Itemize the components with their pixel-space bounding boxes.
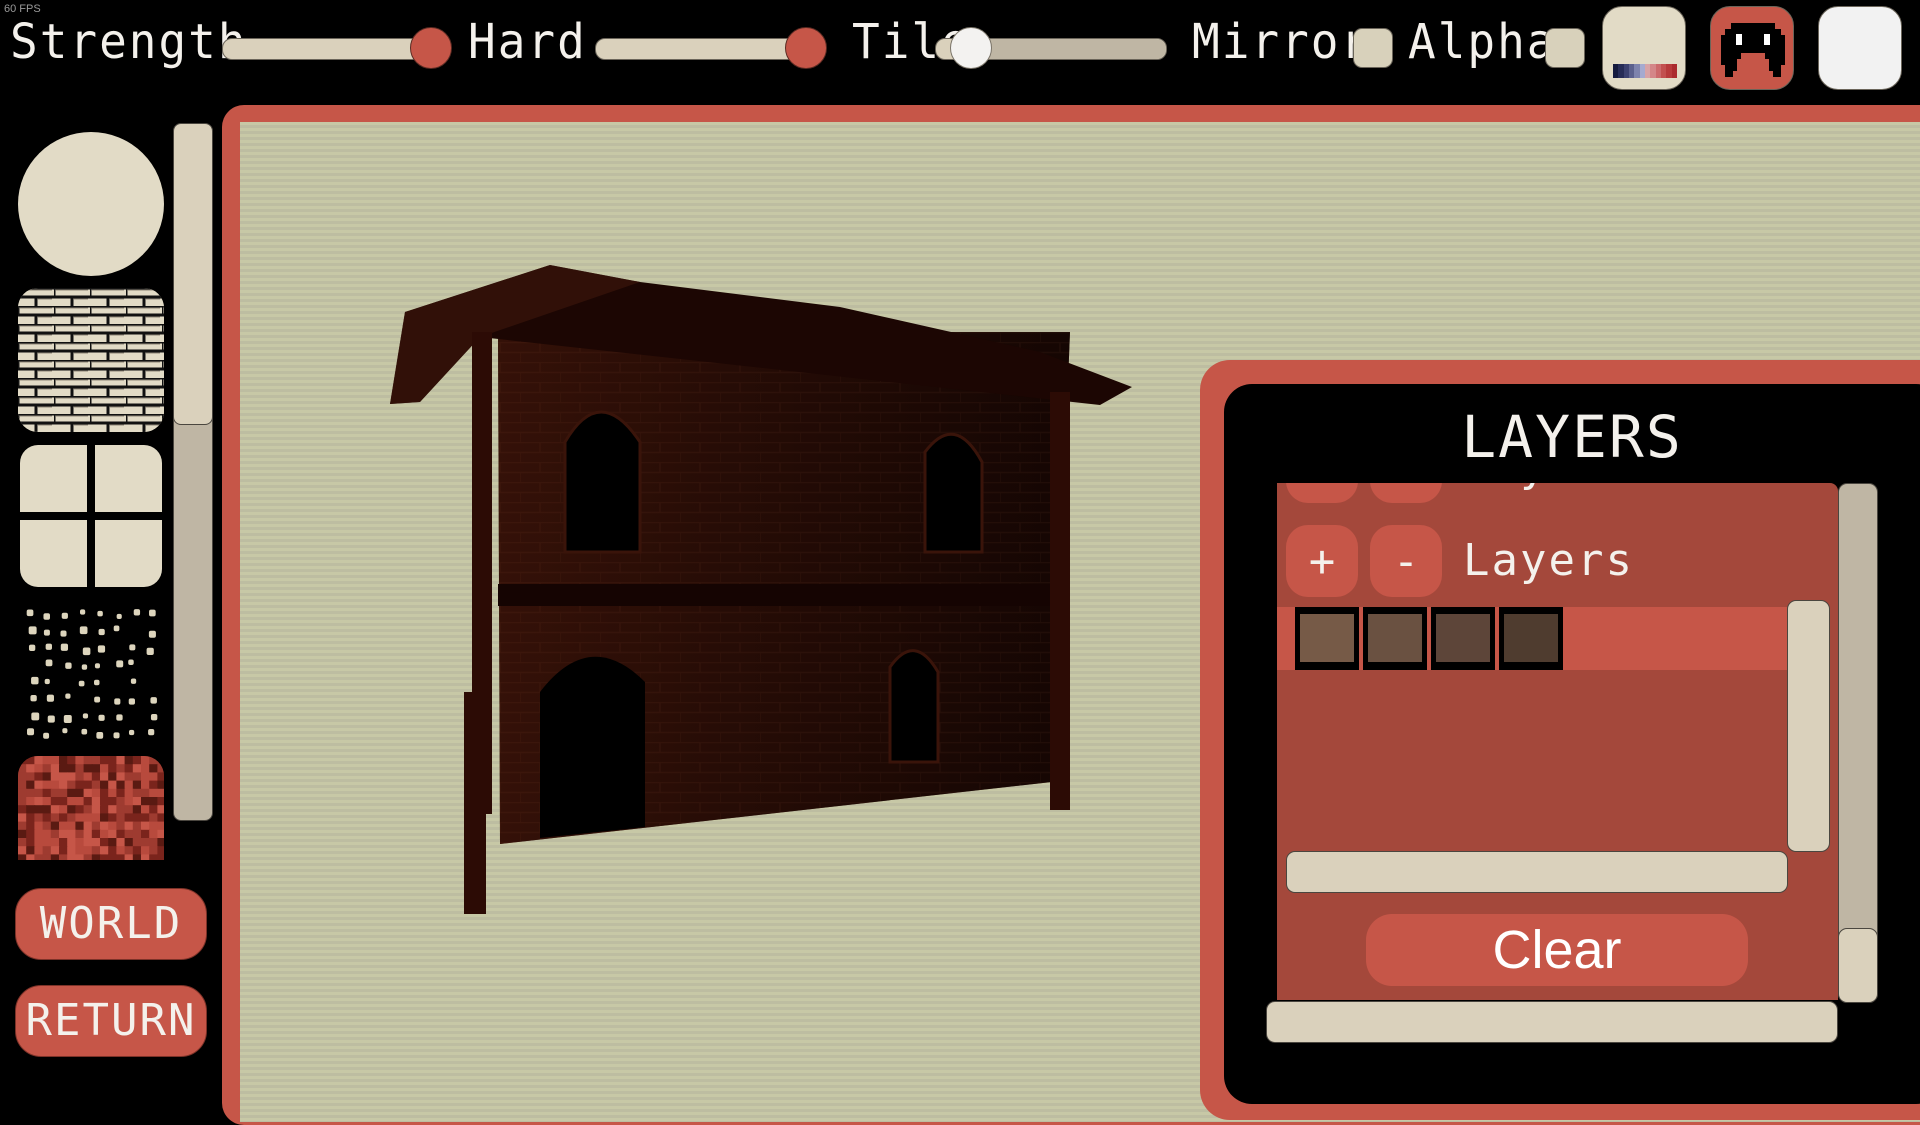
layer-swatch[interactable]	[1363, 607, 1427, 670]
layer-swatch[interactable]	[1499, 607, 1563, 670]
layers-panel-vscrollbar[interactable]	[1838, 483, 1878, 1003]
strength-slider[interactable]	[222, 38, 442, 60]
world-button[interactable]: WORLD	[15, 888, 207, 960]
alpha-label: Alpha	[1408, 12, 1557, 70]
brick-pattern-icon	[18, 288, 164, 432]
dots-pattern-icon	[26, 609, 158, 739]
layer-row-partial: Layer	[1277, 483, 1838, 503]
layer-swatch[interactable]	[1295, 607, 1359, 670]
layers-list-hscrollbar[interactable]	[1286, 851, 1788, 893]
strength-slider-handle[interactable]	[410, 27, 452, 69]
ghost-monster-icon	[1721, 23, 1785, 77]
strength-label: Strength	[10, 12, 248, 70]
clear-button[interactable]: Clear	[1366, 914, 1748, 986]
alpha-checkbox[interactable]	[1545, 28, 1585, 68]
layers-panel-hscrollbar[interactable]	[1266, 1001, 1838, 1043]
sidebar-scrollbar-thumb[interactable]	[173, 123, 213, 425]
add-layer-button-partial[interactable]	[1286, 483, 1358, 503]
tile-slider-handle[interactable]	[950, 27, 992, 69]
circle-brush[interactable]	[18, 132, 164, 276]
layer-row-label: Layer	[1463, 483, 1605, 489]
layers-row: + - Layers	[1277, 525, 1838, 597]
remove-layer-button[interactable]: -	[1370, 525, 1442, 597]
layer-swatch[interactable]	[1431, 607, 1495, 670]
floor-beam	[498, 584, 1070, 606]
palette-button[interactable]	[1602, 6, 1686, 90]
noise-brush[interactable]	[18, 756, 164, 860]
remove-layer-button-partial[interactable]	[1370, 483, 1442, 503]
noise-texture-icon	[18, 756, 164, 860]
hard-slider-handle[interactable]	[785, 27, 827, 69]
layers-panel-vscroll-thumb[interactable]	[1838, 928, 1878, 1003]
dots-brush[interactable]	[18, 602, 164, 742]
tile-grid-brush[interactable]	[18, 445, 164, 587]
add-layer-button[interactable]: +	[1286, 525, 1358, 597]
return-button[interactable]: RETURN	[15, 985, 207, 1057]
layers-list-vscroll-thumb[interactable]	[1787, 600, 1830, 852]
brick-brush[interactable]	[18, 288, 164, 432]
layers-panel-title: LAYERS	[1461, 403, 1683, 471]
layer-swatch-row[interactable]	[1277, 607, 1787, 670]
ghost-button[interactable]	[1710, 6, 1794, 90]
mirror-checkbox[interactable]	[1353, 28, 1393, 68]
hard-slider[interactable]	[595, 38, 815, 60]
layers-row-label: Layers	[1463, 535, 1634, 586]
hard-label: Hard	[468, 12, 587, 70]
palette-color-swatch	[1671, 64, 1677, 78]
color-swatch-button[interactable]	[1818, 6, 1902, 90]
mirror-label: Mirror	[1192, 12, 1371, 70]
color-palette-icon	[1613, 64, 1677, 78]
